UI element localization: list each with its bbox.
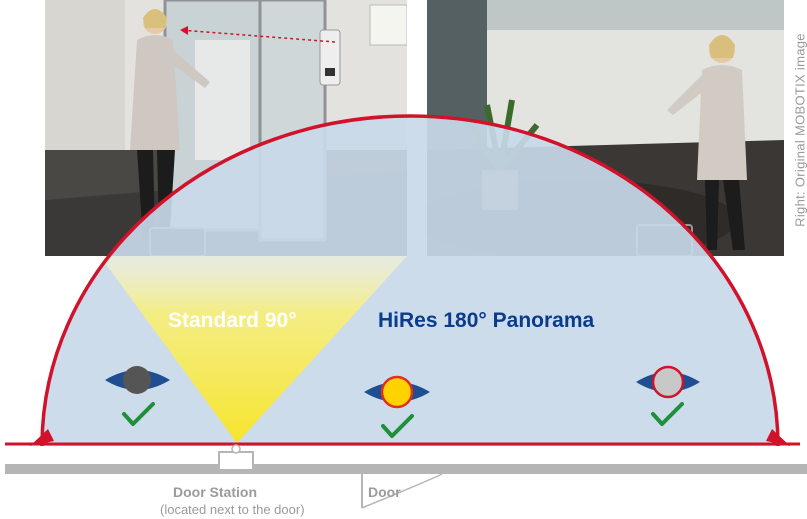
- door-label: Door: [368, 484, 401, 500]
- wall: [5, 464, 807, 474]
- door-station-note: (located next to the door): [160, 502, 305, 517]
- door-station-lens: [231, 444, 241, 454]
- image-credit: Right: Original MOBOTIX image: [792, 33, 807, 227]
- door-station-label: Door Station: [173, 484, 257, 500]
- standard-label: Standard 90°: [168, 309, 297, 332]
- door-station-box: [218, 451, 254, 471]
- hires-label: HiRes 180° Panorama: [378, 309, 595, 332]
- field-of-view-diagram: [5, 114, 807, 509]
